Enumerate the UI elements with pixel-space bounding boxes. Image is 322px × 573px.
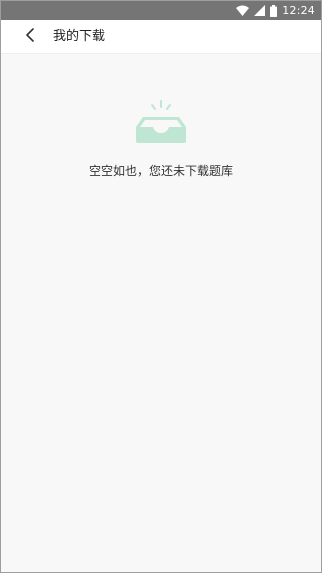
wifi-icon [236,5,250,17]
page-title: 我的下载 [53,29,106,44]
app-bar: 我的下载 [1,20,321,54]
status-time: 12:24 [282,4,315,17]
empty-message: 空空如也，您还未下载题库 [88,164,233,178]
app-screen: 12:24 我的下载 空空如也，您还未下载题库 [0,0,322,573]
signal-icon [254,4,266,17]
back-button[interactable] [19,25,41,47]
status-icons: 12:24 [236,1,315,20]
empty-state: 空空如也，您还未下载题库 [1,97,321,179]
status-bar: 12:24 [1,1,321,20]
battery-icon [270,4,278,17]
chevron-left-icon [25,27,35,46]
empty-tray-icon [131,97,191,145]
